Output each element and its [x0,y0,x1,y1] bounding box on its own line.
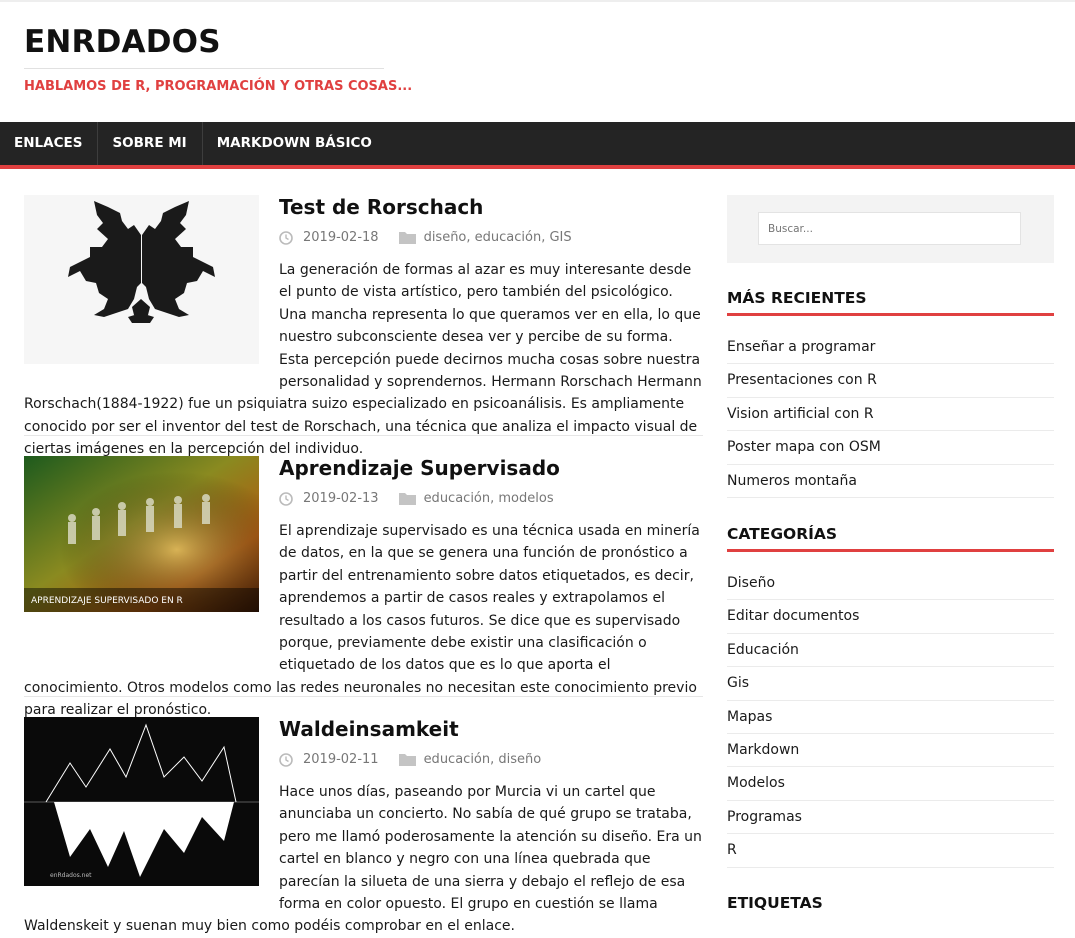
category-link[interactable]: Educación [727,634,1054,668]
recent-post-link[interactable]: Numeros montaña [727,465,1054,498]
category-link[interactable]: Mapas [727,701,1054,734]
post-categories[interactable]: diseño, educación, GIS [424,230,572,245]
post-meta: 2019-02-13 educación, modelos [279,491,554,506]
tags-title: ETIQUETAS [727,894,823,912]
category-link[interactable]: Programas [727,801,1054,835]
folder-icon [398,231,416,244]
post-excerpt: El aprendizaje supervisado es una técnic… [24,523,700,719]
clock-icon [279,752,293,767]
post-aprendizaje-supervisado: APRENDIZAJE SUPERVISADO EN R Aprendizaje… [24,456,703,718]
post-meta: 2019-02-11 educación, diseño [279,752,541,767]
main-navigation: ENLACES SOBRE MI MARKDOWN BÁSICO [0,122,1075,165]
post-waldeinsamkeit: enRdados.net Waldeinsamkeit 2019-02-11 e… [24,717,703,934]
post-date[interactable]: 2019-02-13 [303,491,379,506]
post-title[interactable]: Test de Rorschach [279,195,483,219]
nav-accent-bar [0,165,1075,169]
folder-icon [398,492,416,505]
categories-list: Diseño Editar documentos Educación Gis M… [727,567,1054,868]
post-divider [24,696,703,697]
recent-post-link[interactable]: Presentaciones con R [727,364,1054,398]
widget-accent-rule [727,313,1054,316]
post-excerpt: Hace unos días, paseando por Murcia vi u… [24,784,702,935]
nav-item-markdown-basico[interactable]: MARKDOWN BÁSICO [203,122,387,165]
category-link[interactable]: Editar documentos [727,600,1054,634]
site-tagline: HABLAMOS DE R, PROGRAMACIÓN Y OTRAS COSA… [24,79,413,94]
post-title[interactable]: Aprendizaje Supervisado [279,456,560,480]
post-title[interactable]: Waldeinsamkeit [279,717,459,741]
clock-icon [279,230,293,245]
clock-icon [279,491,293,506]
title-divider [24,68,384,69]
nav-item-sobre-mi[interactable]: SOBRE MI [98,122,203,165]
category-link[interactable]: Diseño [727,567,1054,601]
recent-post-link[interactable]: Poster mapa con OSM [727,431,1054,465]
folder-icon [398,753,416,766]
recent-posts-list: Enseñar a programar Presentaciones con R… [727,331,1054,498]
recent-post-link[interactable]: Vision artificial con R [727,398,1054,432]
widget-accent-rule [727,549,1054,552]
post-meta: 2019-02-18 diseño, educación, GIS [279,230,572,245]
recent-posts-title: MÁS RECIENTES [727,289,867,307]
category-link[interactable]: Modelos [727,767,1054,801]
category-link[interactable]: Gis [727,667,1054,701]
site-title[interactable]: ENRDADOS [24,24,221,60]
post-rorschach: Test de Rorschach 2019-02-18 diseño, edu… [24,195,703,457]
category-link[interactable]: R [727,834,1054,868]
post-divider [24,435,703,436]
category-link[interactable]: Markdown [727,734,1054,768]
recent-post-link[interactable]: Enseñar a programar [727,331,1054,365]
post-date[interactable]: 2019-02-18 [303,230,379,245]
post-categories[interactable]: educación, modelos [424,491,554,506]
search-widget [727,195,1054,263]
search-input[interactable] [758,212,1021,245]
post-categories[interactable]: educación, diseño [424,752,542,767]
post-date[interactable]: 2019-02-11 [303,752,379,767]
categories-title: CATEGORÍAS [727,525,838,543]
post-excerpt: La generación de formas al azar es muy i… [24,262,702,458]
top-border [0,0,1075,2]
nav-item-enlaces[interactable]: ENLACES [0,122,99,165]
